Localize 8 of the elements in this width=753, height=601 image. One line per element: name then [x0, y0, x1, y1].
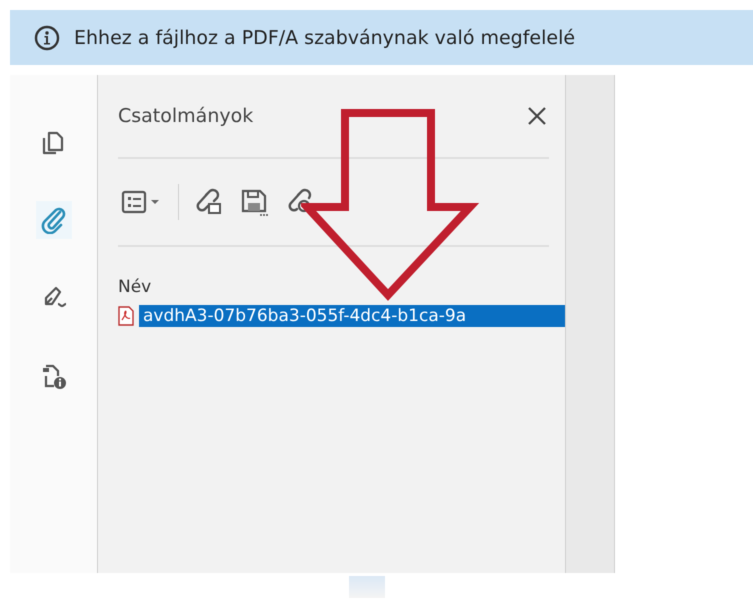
info-icon — [34, 24, 60, 50]
paperclip-icon[interactable] — [36, 201, 72, 239]
pdf-file-icon — [118, 306, 134, 326]
thumbnail-placeholder — [348, 576, 384, 598]
column-header: Név — [118, 277, 152, 297]
file-name[interactable]: avdhA3-07b76ba3-055f-4dc4-b1ca-9a — [139, 305, 565, 327]
panel-title: Csatolmányok — [118, 105, 254, 127]
info-message: Ehhez a fájlhoz a PDF/A szabványnak való megfelelé — [74, 26, 576, 48]
